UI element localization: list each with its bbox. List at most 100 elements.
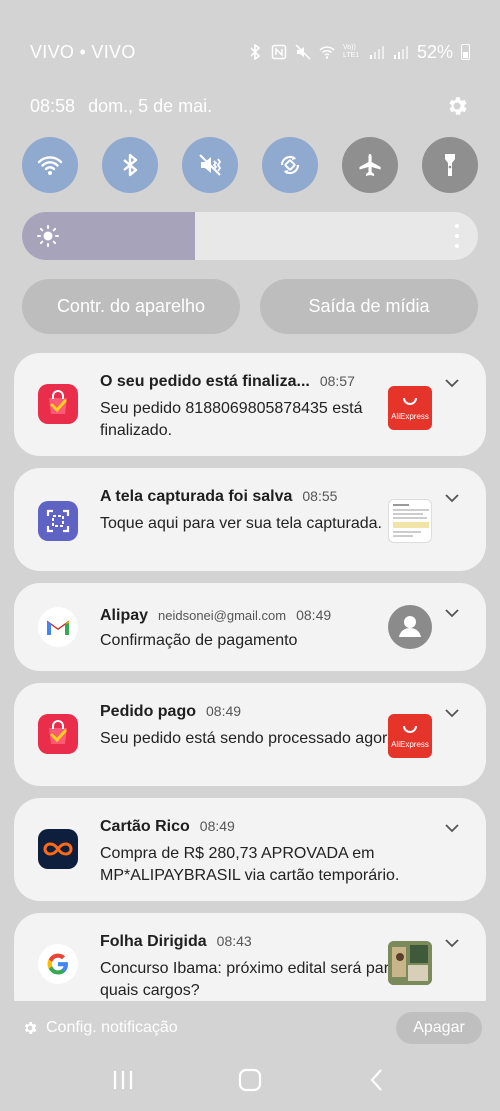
notification-card[interactable]: Folha Dirigida 08:43 Concurso Ibama: pró… [14, 913, 486, 1001]
settings-gear-icon[interactable] [444, 93, 470, 119]
notification-body: Toque aqui para ver sua tela capturada. [100, 515, 382, 532]
flashlight-toggle[interactable] [422, 137, 478, 193]
recent-apps-icon [114, 1071, 133, 1089]
battery-icon [461, 44, 470, 60]
screenshot-app-icon [38, 501, 78, 541]
notification-body: Compra de R$ 280,73 APROVADA em MP*ALIPA… [100, 845, 400, 884]
mute-icon [199, 154, 222, 176]
bluetooth-icon [123, 153, 138, 177]
clear-all-button[interactable]: Apagar [396, 1012, 482, 1044]
infinity-icon [43, 842, 73, 856]
notification-time: 08:57 [319, 373, 355, 389]
notification-body: Confirmação de pagamento [100, 632, 298, 649]
notification-list: O seu pedido está finaliza... 08:57 Seu … [14, 353, 486, 1001]
date-row: 08:58 dom., 5 de mai. [30, 92, 470, 120]
mute-icon [295, 44, 311, 60]
date: dom., 5 de mai. [88, 95, 213, 116]
recent-apps-button[interactable] [103, 1064, 143, 1096]
notification-time: 08:43 [216, 933, 252, 949]
aliexpress-thumbnail: AliExpress [388, 714, 432, 758]
back-button[interactable] [357, 1064, 397, 1096]
brightness-options-icon[interactable] [454, 224, 460, 248]
airplane-mode-toggle[interactable] [342, 137, 398, 193]
volte-label: Vo)) LTE1 [342, 44, 360, 59]
notification-header: A tela capturada foi salva 08:55 [100, 488, 337, 506]
chevron-down-icon[interactable] [444, 492, 460, 504]
gmail-app-icon [38, 607, 78, 647]
nfc-icon [271, 44, 287, 60]
quick-toggles [22, 137, 478, 193]
notification-title: A tela capturada foi salva [100, 488, 293, 505]
aliexpress-app-icon [38, 384, 78, 424]
notification-body: Concurso Ibama: próximo edital será para… [100, 960, 398, 999]
notification-time: 08:49 [206, 703, 242, 719]
control-buttons: Contr. do aparelho Saída de mídia [22, 279, 478, 334]
notification-header: Folha Dirigida 08:43 [100, 933, 252, 951]
notification-header: O seu pedido está finaliza... 08:57 [100, 373, 355, 391]
auto-rotate-toggle[interactable] [262, 137, 318, 193]
notification-header: Alipay neidsonei@gmail.com 08:49 [100, 607, 331, 625]
mute-toggle[interactable] [182, 137, 238, 193]
flashlight-icon [445, 154, 455, 176]
aliexpress-thumbnail: AliExpress [388, 386, 432, 430]
brightness-icon [37, 225, 59, 247]
screenshot-thumbnail [388, 499, 432, 543]
cartao-rico-app-icon [38, 829, 78, 869]
notification-body: Seu pedido 8188069805878435 está finaliz… [100, 400, 363, 439]
wifi-icon [319, 46, 335, 59]
google-app-icon [38, 944, 78, 984]
chevron-down-icon[interactable] [444, 937, 460, 949]
signal-icon [369, 46, 384, 59]
device-control-button[interactable]: Contr. do aparelho [22, 279, 240, 334]
shopping-bag-icon [403, 397, 417, 405]
notification-settings-link[interactable]: Config. notificação [22, 1019, 178, 1037]
chevron-down-icon[interactable] [444, 377, 460, 389]
bluetooth-icon [250, 44, 261, 60]
notification-card[interactable]: Alipay neidsonei@gmail.com 08:49 Confirm… [14, 583, 486, 671]
carrier-label: VIVO • VIVO [30, 41, 136, 62]
notification-card[interactable]: Pedido pago 08:49 Seu pedido está sendo … [14, 683, 486, 786]
notification-header: Pedido pago 08:49 [100, 703, 241, 721]
chevron-down-icon[interactable] [444, 822, 460, 834]
brightness-slider[interactable] [22, 212, 478, 260]
notification-title: Pedido pago [100, 703, 196, 720]
notification-time: 08:49 [296, 607, 332, 623]
back-icon [370, 1069, 382, 1091]
aliexpress-app-icon [38, 714, 78, 754]
notification-time: 08:55 [302, 488, 338, 504]
notification-card[interactable]: O seu pedido está finaliza... 08:57 Seu … [14, 353, 486, 456]
notification-title: Folha Dirigida [100, 933, 207, 950]
wifi-toggle[interactable] [22, 137, 78, 193]
home-icon [238, 1068, 262, 1092]
datetime: 08:58 dom., 5 de mai. [30, 96, 212, 117]
person-icon [399, 616, 421, 637]
status-bar: VIVO • VIVO Vo)) LTE1 52% [30, 38, 470, 66]
avatar [388, 605, 432, 649]
notification-title: O seu pedido está finaliza... [100, 373, 310, 390]
home-button[interactable] [230, 1064, 270, 1096]
auto-rotate-icon [280, 155, 300, 175]
notification-account: neidsonei@gmail.com [158, 608, 287, 623]
notification-settings-label: Config. notificação [46, 1019, 178, 1036]
gear-icon [24, 1022, 37, 1034]
thumbnail-label: AliExpress [391, 411, 429, 421]
notification-header: Cartão Rico 08:49 [100, 818, 235, 836]
airplane-icon [359, 154, 381, 176]
bluetooth-toggle[interactable] [102, 137, 158, 193]
notification-title: Alipay [100, 607, 149, 624]
notification-body: Seu pedido está sendo processado agora [100, 730, 397, 747]
battery-percent: 52% [416, 41, 453, 62]
status-icons: Vo)) LTE1 52% [247, 42, 470, 63]
chevron-down-icon[interactable] [444, 707, 460, 719]
notification-footer: Config. notificação Apagar [22, 1012, 482, 1044]
notification-time: 08:49 [199, 818, 235, 834]
signal-icon-2 [393, 46, 408, 59]
thumbnail-label: AliExpress [391, 739, 429, 749]
clock: 08:58 [30, 95, 76, 116]
notification-title: Cartão Rico [100, 818, 190, 835]
notification-card[interactable]: A tela capturada foi salva 08:55 Toque a… [14, 468, 486, 571]
chevron-down-icon[interactable] [444, 607, 460, 619]
navigation-bar [0, 1060, 500, 1100]
media-output-button[interactable]: Saída de mídia [260, 279, 478, 334]
notification-card[interactable]: Cartão Rico 08:49 Compra de R$ 280,73 AP… [14, 798, 486, 901]
